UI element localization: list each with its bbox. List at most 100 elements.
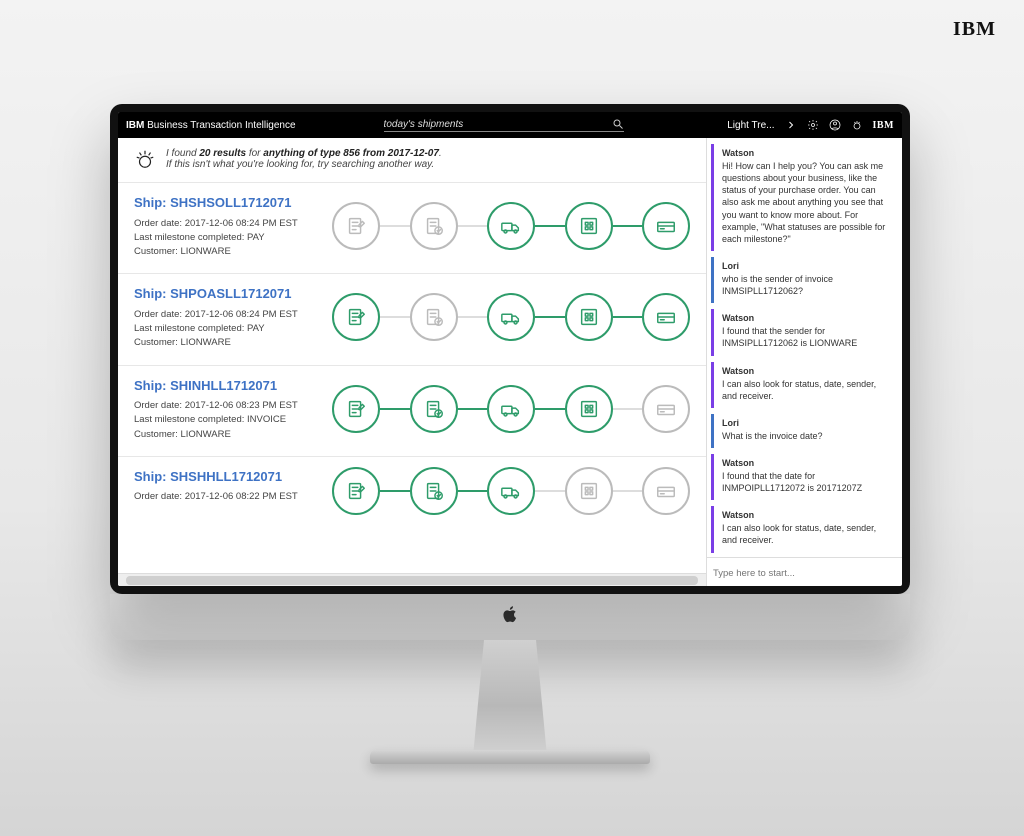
imac-screen-bezel: IBM Business Transaction Intelligence Li… [110, 104, 910, 594]
pipeline-connector [380, 225, 410, 227]
result-row[interactable]: Ship: SHINHLL1712071 Order date: 2017-12-… [118, 365, 706, 456]
pipeline-stage-3[interactable] [565, 202, 613, 250]
pipeline-connector [458, 490, 488, 492]
pipeline-stage-1[interactable] [410, 385, 458, 433]
result-milestone: Last milestone completed: INVOICE [134, 413, 314, 427]
gear-icon[interactable] [807, 119, 819, 131]
chat-text: I found that the date for INMPOIPLL17120… [722, 470, 890, 494]
result-title[interactable]: Ship: SHSHHLL1712071 [134, 467, 314, 487]
result-meta: Ship: SHSHHLL1712071Order date: 2017-12-… [134, 467, 314, 515]
imac-chin [110, 594, 910, 640]
pipeline-connector [458, 316, 488, 318]
app-title-prefix: IBM [126, 120, 144, 131]
chevron-right-icon[interactable] [785, 119, 797, 131]
chat-scroll[interactable]: Watson Hi! How can I help you? You can as… [707, 138, 902, 557]
pipeline-stage-1[interactable] [410, 202, 458, 250]
pipeline-connector [535, 408, 565, 410]
pipeline-stage-3[interactable] [565, 385, 613, 433]
pipeline-connector [613, 408, 643, 410]
imac-stand-foot [370, 750, 650, 764]
watson-spark-icon[interactable] [851, 119, 863, 131]
imac-mockup: IBM Business Transaction Intelligence Li… [110, 104, 910, 764]
pipeline-stage-0[interactable] [332, 202, 380, 250]
result-order-date: Order date: 2017-12-06 08:24 PM EST [134, 217, 314, 231]
pipeline-stage-2[interactable] [487, 385, 535, 433]
result-meta: Ship: SHPOASLL1712071Order date: 2017-12… [134, 284, 314, 350]
search-input[interactable] [384, 119, 606, 130]
chat-message-user: Lori who is the sender of invoice INMSIPL… [711, 257, 896, 303]
chat-text: who is the sender of invoice INMSIPLL171… [722, 273, 890, 297]
pipeline-stage-3[interactable] [565, 293, 613, 341]
result-customer: Customer: LIONWARE [134, 336, 314, 350]
chat-sender: Watson [722, 148, 890, 158]
pipeline-stage-2[interactable] [487, 293, 535, 341]
chat-sender: Lori [722, 418, 890, 428]
pipeline [332, 284, 690, 350]
chat-input-wrap [707, 557, 902, 586]
pipeline-stage-0[interactable] [332, 385, 380, 433]
ibm-logo-small: IBM [873, 120, 895, 131]
chat-message-bot: Watson Hi! How can I help you? You can as… [711, 144, 896, 251]
pipeline-connector [380, 408, 410, 410]
pipeline-stage-2[interactable] [487, 202, 535, 250]
pipeline-connector [613, 490, 643, 492]
result-row[interactable]: Ship: SHPOASLL1712071Order date: 2017-12… [118, 273, 706, 364]
pipeline [332, 376, 690, 442]
pipeline-stage-0[interactable] [332, 467, 380, 515]
result-title[interactable]: Ship: SHSHSOLL1712071 [134, 193, 314, 213]
chat-message-bot: WatsonI found that the date for INMPOIPL… [711, 454, 896, 500]
pipeline-connector [613, 316, 643, 318]
results-summary-line1: I found 20 results for anything of type … [166, 148, 442, 159]
pipeline-stage-3[interactable] [565, 467, 613, 515]
search-icon[interactable] [612, 118, 624, 130]
watson-spark-icon [134, 148, 156, 170]
result-customer: Customer: LIONWARE [134, 245, 314, 259]
imac-stand-neck [445, 640, 575, 750]
chat-message-bot: WatsonI can also look for status, date, … [711, 362, 896, 408]
ibm-logo-watermark: IBM [953, 18, 996, 41]
result-milestone: Last milestone completed: PAY [134, 322, 314, 336]
pipeline-stage-1[interactable] [410, 293, 458, 341]
pipeline-connector [535, 316, 565, 318]
result-meta: Ship: SHINHLL1712071 Order date: 2017-12-… [134, 376, 314, 442]
app-title: IBM Business Transaction Intelligence [126, 120, 296, 131]
search-field-wrap[interactable] [384, 118, 624, 132]
chat-text: Hi! How can I help you? You can ask me q… [722, 160, 890, 245]
pipeline-connector [380, 316, 410, 318]
pipeline-stage-4[interactable] [642, 202, 690, 250]
topbar-right: Light Tre... IBM [727, 119, 894, 131]
result-order-date: Order date: 2017-12-06 08:23 PM EST [134, 399, 314, 413]
result-title[interactable]: Ship: SHPOASLL1712071 [134, 284, 314, 304]
pipeline-stage-2[interactable] [487, 467, 535, 515]
chat-message-user: LoriWhat is the invoice date? [711, 414, 896, 448]
pipeline-stage-4[interactable] [642, 385, 690, 433]
pipeline-connector [535, 225, 565, 227]
pipeline-connector [535, 490, 565, 492]
chat-sender: Watson [722, 510, 890, 520]
result-milestone: Last milestone completed: PAY [134, 231, 314, 245]
results-list[interactable]: Ship: SHSHSOLL1712071 Order date: 2017-12… [118, 182, 706, 529]
pipeline [332, 467, 690, 515]
horizontal-scrollbar[interactable] [118, 573, 706, 586]
result-row[interactable]: Ship: SHSHSOLL1712071 Order date: 2017-12… [118, 182, 706, 273]
theme-label[interactable]: Light Tre... [727, 120, 774, 131]
pipeline-stage-4[interactable] [642, 293, 690, 341]
scrollbar-thumb[interactable] [126, 576, 698, 585]
results-intro: I found 20 results for anything of type … [118, 138, 706, 182]
pipeline-connector [613, 225, 643, 227]
pipeline-stage-4[interactable] [642, 467, 690, 515]
result-meta: Ship: SHSHSOLL1712071 Order date: 2017-12… [134, 193, 314, 259]
pipeline [332, 193, 690, 259]
pipeline-stage-0[interactable] [332, 293, 380, 341]
result-customer: Customer: LIONWARE [134, 428, 314, 442]
result-row[interactable]: Ship: SHSHHLL1712071Order date: 2017-12-… [118, 456, 706, 529]
result-title[interactable]: Ship: SHINHLL1712071 [134, 376, 314, 396]
pipeline-stage-1[interactable] [410, 467, 458, 515]
chat-input[interactable] [713, 568, 896, 579]
app-title-rest: Business Transaction Intelligence [144, 120, 295, 131]
chat-text: I can also look for status, date, sender… [722, 378, 890, 402]
results-pane: I found 20 results for anything of type … [118, 138, 707, 586]
user-icon[interactable] [829, 119, 841, 131]
chat-message-bot: WatsonI can also look for status, date, … [711, 506, 896, 552]
chat-sender: Lori [722, 261, 890, 271]
